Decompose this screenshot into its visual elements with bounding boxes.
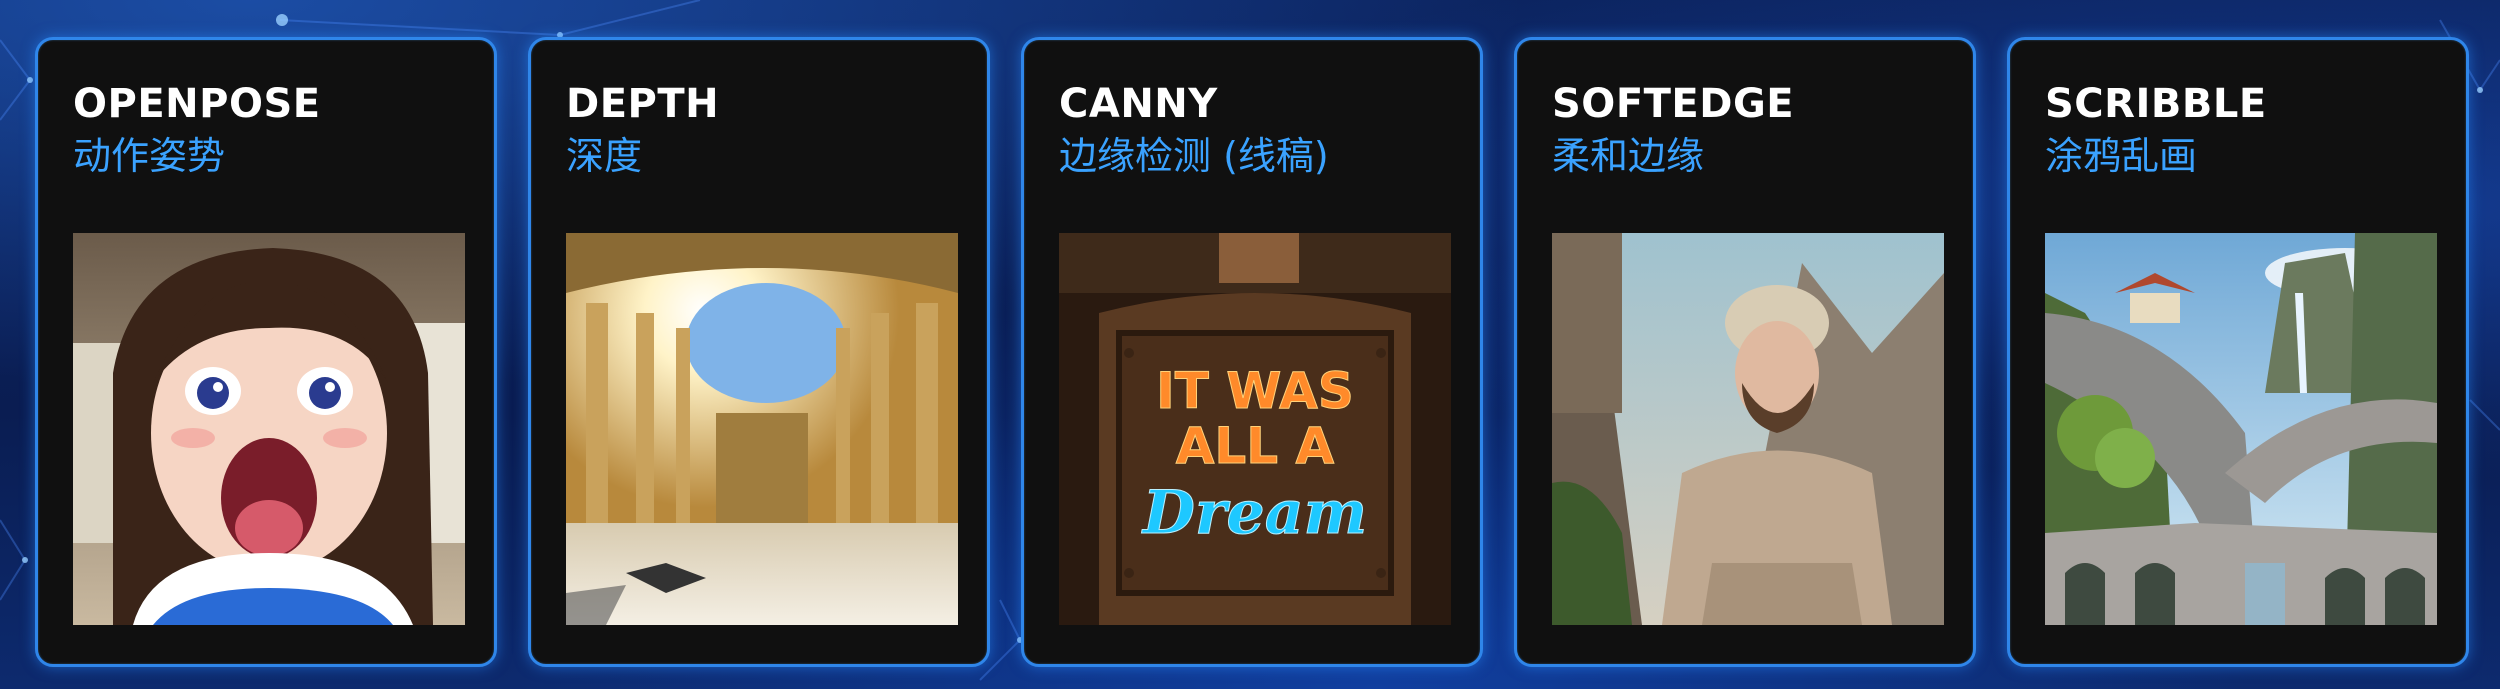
man-in-beanie-image bbox=[1552, 233, 1944, 625]
card-openpose[interactable]: OPENPOSE 动作姿势 bbox=[35, 37, 497, 667]
card-scribble[interactable]: SCRIBBLE 涂鸦乱画 bbox=[2007, 37, 2469, 667]
card-softedge[interactable]: SOFTEDGE 柔和边缘 bbox=[1514, 37, 1976, 667]
neon-line-3: Dream bbox=[1141, 478, 1367, 548]
palace-colonnade-image bbox=[566, 233, 958, 625]
card-subtitle: 动作姿势 bbox=[73, 134, 226, 178]
card-depth[interactable]: DEPTH 深度 bbox=[528, 37, 990, 667]
card-title: SOFTEDGE bbox=[1552, 81, 1795, 127]
card-subtitle: 涂鸦乱画 bbox=[2045, 134, 2198, 178]
card-title: OPENPOSE bbox=[73, 81, 321, 127]
card-title: DEPTH bbox=[566, 81, 720, 127]
fantasy-landscape-image bbox=[2045, 233, 2437, 625]
card-canny[interactable]: CANNY 边缘检测 (线稿) IT WAS ALL A Dream bbox=[1021, 37, 1483, 667]
anime-girl-open-mouth-image bbox=[73, 233, 465, 625]
card-subtitle: 深度 bbox=[566, 134, 643, 178]
card-subtitle: 边缘检测 (线稿) bbox=[1059, 134, 1329, 178]
neon-sign-image: IT WAS ALL A Dream bbox=[1059, 233, 1451, 625]
neon-line-1: IT WAS bbox=[1156, 362, 1354, 420]
neon-line-2: ALL A bbox=[1176, 417, 1335, 475]
card-title: SCRIBBLE bbox=[2045, 81, 2267, 127]
card-subtitle: 柔和边缘 bbox=[1552, 134, 1705, 178]
card-title: CANNY bbox=[1059, 81, 1218, 127]
